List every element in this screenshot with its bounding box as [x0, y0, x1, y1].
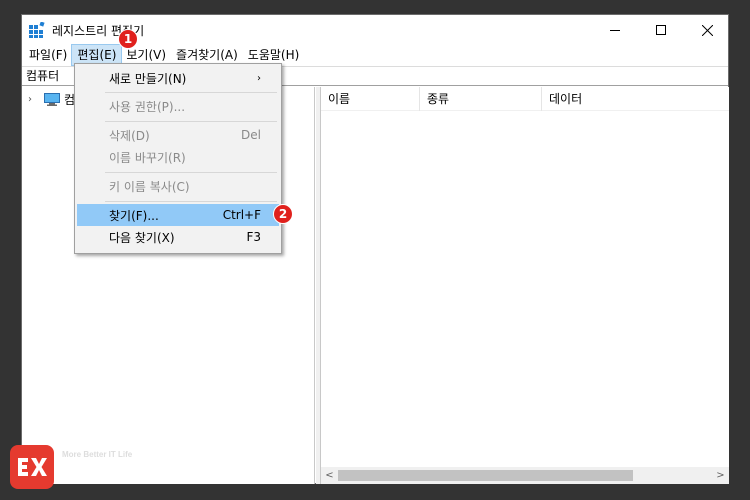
logo-tagline: More Better IT Life: [62, 449, 133, 459]
menu-item-label: 찾기(F)...: [109, 208, 159, 223]
menu-item-shortcut: Del: [241, 128, 261, 142]
list-header: 이름 종류 데이터: [321, 87, 729, 111]
submenu-arrow-icon: ›: [257, 72, 261, 84]
logo-mark-icon: [10, 445, 54, 489]
scroll-right-icon[interactable]: >: [712, 467, 729, 484]
logo-text: More Better IT Life 익스트림 매뉴얼: [62, 450, 177, 485]
brand-logo: More Better IT Life 익스트림 매뉴얼: [10, 445, 177, 489]
menu-item-label: 다음 찾기(X): [109, 230, 175, 245]
menu-file[interactable]: 파일(F): [24, 45, 72, 65]
menu-favorites[interactable]: 즐겨찾기(A): [171, 45, 243, 65]
menu-item-label: 이름 바꾸기(R): [109, 150, 186, 165]
tree-item-computer[interactable]: › 컴: [28, 91, 75, 107]
menu-item-label: 새로 만들기(N): [109, 71, 187, 86]
menu-item-find[interactable]: 찾기(F)... Ctrl+F: [77, 204, 279, 226]
chevron-right-icon[interactable]: ›: [28, 94, 40, 105]
logo-name: 익스트림 매뉴얼: [62, 464, 178, 485]
menu-separator: [105, 92, 277, 93]
registry-app-icon: [29, 22, 45, 38]
column-header-data[interactable]: 데이터: [542, 87, 729, 111]
menu-item-shortcut: F3: [246, 230, 261, 244]
horizontal-scrollbar[interactable]: < >: [321, 467, 729, 484]
menu-item-label: 사용 권한(P)...: [109, 99, 186, 114]
menu-item-rename: 이름 바꾸기(R): [77, 146, 279, 168]
edit-menu-dropdown: 새로 만들기(N) › 사용 권한(P)... 삭제(D) Del 이름 바꾸기…: [74, 63, 282, 254]
scroll-track[interactable]: [338, 467, 712, 484]
menu-edit[interactable]: 편집(E): [71, 44, 123, 66]
menu-item-shortcut: Ctrl+F: [222, 208, 261, 222]
menu-item-label: 삭제(D): [109, 128, 150, 143]
column-header-name[interactable]: 이름: [321, 87, 420, 111]
scroll-thumb[interactable]: [338, 470, 633, 481]
menu-item-find-next[interactable]: 다음 찾기(X) F3: [77, 226, 279, 248]
step-badge-2: 2: [273, 204, 293, 224]
values-list-pane[interactable]: 이름 종류 데이터 < >: [320, 87, 729, 484]
menu-separator: [105, 121, 277, 122]
menu-item-delete: 삭제(D) Del: [77, 124, 279, 146]
scroll-left-icon[interactable]: <: [321, 467, 338, 484]
minimize-icon: [610, 29, 620, 31]
menu-item-copy-key-name: 키 이름 복사(C): [77, 175, 279, 197]
step-badge-1: 1: [118, 29, 138, 49]
column-header-type[interactable]: 종류: [420, 87, 542, 111]
close-icon: [701, 24, 713, 36]
maximize-button[interactable]: [638, 15, 684, 45]
menu-separator: [105, 201, 277, 202]
menu-item-label: 키 이름 복사(C): [109, 179, 190, 194]
menu-help[interactable]: 도움말(H): [243, 45, 305, 65]
maximize-icon: [656, 25, 666, 35]
computer-icon: [44, 92, 60, 106]
minimize-button[interactable]: [592, 15, 638, 45]
menu-separator: [105, 172, 277, 173]
logo-ex-icon: [18, 458, 47, 476]
close-button[interactable]: [684, 15, 730, 45]
menu-item-new[interactable]: 새로 만들기(N) ›: [77, 67, 279, 89]
menu-item-permissions: 사용 권한(P)...: [77, 95, 279, 117]
